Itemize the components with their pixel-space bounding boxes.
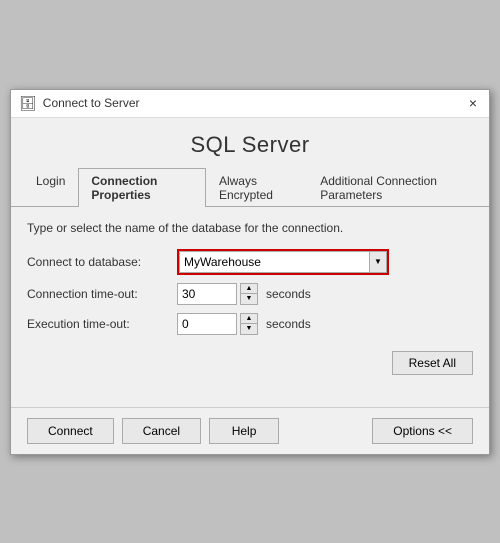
connection-timeout-up-button[interactable]: ▲	[241, 284, 257, 294]
execution-timeout-row: Execution time-out: ▲ ▼ seconds	[27, 313, 473, 335]
reset-row: Reset All	[27, 351, 473, 375]
tab-login[interactable]: Login	[23, 168, 78, 207]
window-icon: 🗄	[19, 95, 37, 112]
connection-timeout-label: Connection time-out:	[27, 287, 177, 301]
title-bar-left: 🗄 Connect to Server	[19, 95, 140, 112]
tab-connection-properties[interactable]: Connection Properties	[78, 168, 206, 207]
connect-to-db-dropdown[interactable]: MyWarehouse	[179, 251, 369, 273]
cancel-button[interactable]: Cancel	[122, 418, 201, 444]
connection-timeout-input[interactable]	[177, 283, 237, 305]
bottom-bar: Connect Cancel Help Options <<	[11, 407, 489, 454]
tab-content: Type or select the name of the database …	[11, 207, 489, 407]
content-description: Type or select the name of the database …	[27, 221, 473, 235]
execution-timeout-unit: seconds	[266, 317, 311, 331]
connect-to-db-row: Connect to database: MyWarehouse ▼	[27, 249, 473, 275]
window-body: SQL Server Login Connection Properties A…	[11, 118, 489, 454]
tab-always-encrypted[interactable]: Always Encrypted	[206, 168, 307, 207]
dropdown-arrow-button[interactable]: ▼	[369, 251, 387, 273]
execution-timeout-input[interactable]	[177, 313, 237, 335]
execution-timeout-up-button[interactable]: ▲	[241, 314, 257, 324]
execution-timeout-spinner-buttons: ▲ ▼	[240, 313, 258, 335]
title-bar: 🗄 Connect to Server ×	[11, 90, 489, 118]
help-button[interactable]: Help	[209, 418, 279, 444]
reset-all-button[interactable]: Reset All	[392, 351, 473, 375]
connect-to-db-label: Connect to database:	[27, 255, 177, 269]
tab-bar: Login Connection Properties Always Encry…	[11, 168, 489, 207]
execution-timeout-down-button[interactable]: ▼	[241, 324, 257, 334]
connection-timeout-unit: seconds	[266, 287, 311, 301]
execution-timeout-spinner: ▲ ▼ seconds	[177, 313, 311, 335]
connection-timeout-row: Connection time-out: ▲ ▼ seconds	[27, 283, 473, 305]
connect-to-server-window: 🗄 Connect to Server × SQL Server Login C…	[10, 89, 490, 455]
options-button[interactable]: Options <<	[372, 418, 473, 444]
connect-to-db-container: MyWarehouse ▼	[177, 249, 389, 275]
close-button[interactable]: ×	[465, 96, 481, 110]
app-title: SQL Server	[11, 118, 489, 168]
connection-timeout-spinner-buttons: ▲ ▼	[240, 283, 258, 305]
tab-additional-connection[interactable]: Additional Connection Parameters	[307, 168, 477, 207]
connection-timeout-down-button[interactable]: ▼	[241, 294, 257, 304]
execution-timeout-label: Execution time-out:	[27, 317, 177, 331]
connection-timeout-spinner: ▲ ▼ seconds	[177, 283, 311, 305]
window-title: Connect to Server	[43, 96, 140, 110]
connect-button[interactable]: Connect	[27, 418, 114, 444]
